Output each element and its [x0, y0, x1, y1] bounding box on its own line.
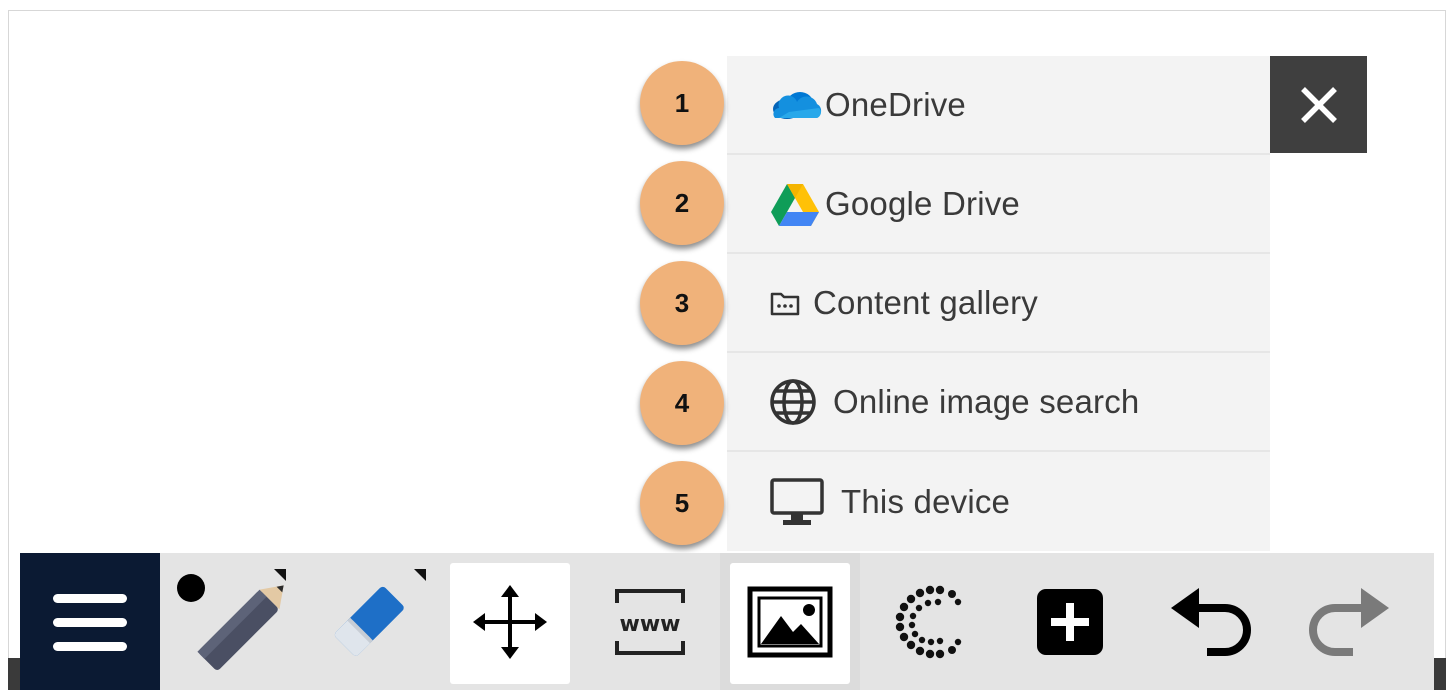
- menu-item-label: Online image search: [833, 382, 1140, 420]
- main-menu-button[interactable]: [20, 553, 160, 690]
- menu-item-label: Google Drive: [825, 184, 1020, 222]
- hamburger-menu-icon: [53, 593, 127, 651]
- menu-item-online-image-search[interactable]: Online image search: [727, 353, 1270, 452]
- close-button[interactable]: [1270, 56, 1367, 153]
- insert-image-menu: OneDrive Google Drive Content gallery On…: [727, 56, 1270, 551]
- eraser-icon: [334, 586, 404, 656]
- redo-icon: [1309, 587, 1389, 656]
- move-tool-button[interactable]: [440, 553, 580, 690]
- close-icon: [1300, 86, 1337, 123]
- callout-badge: 1: [640, 61, 724, 145]
- redo-button[interactable]: [1280, 553, 1420, 690]
- content-gallery-folder-icon: [769, 283, 813, 323]
- callout-badge: 4: [640, 361, 724, 445]
- callout-badge: 5: [640, 461, 724, 545]
- menu-item-label: OneDrive: [825, 85, 966, 123]
- loading-dots-icon: [895, 585, 962, 658]
- menu-item-label: Content gallery: [813, 283, 1038, 321]
- image-tool-button[interactable]: [720, 553, 860, 690]
- add-icon: [1037, 588, 1103, 655]
- pen-tool-button[interactable]: [160, 553, 300, 690]
- onedrive-cloud-icon: [769, 85, 825, 125]
- frame-edge: [8, 658, 20, 690]
- menu-item-content-gallery[interactable]: Content gallery: [727, 254, 1270, 353]
- move-icon: [473, 584, 547, 659]
- undo-icon: [1171, 587, 1251, 656]
- callout-badge: 3: [640, 261, 724, 345]
- globe-icon: [769, 378, 833, 425]
- undo-button[interactable]: [1140, 553, 1280, 690]
- svg-text:www: www: [620, 612, 681, 637]
- monitor-icon: [769, 477, 841, 525]
- menu-item-label: This device: [841, 482, 1011, 520]
- menu-item-this-device[interactable]: This device: [727, 452, 1270, 551]
- add-button[interactable]: [1000, 553, 1140, 690]
- frame-edge: [1434, 658, 1446, 690]
- web-icon: www: [615, 588, 685, 655]
- menu-item-onedrive[interactable]: OneDrive: [727, 56, 1270, 155]
- eraser-tool-button[interactable]: [300, 553, 440, 690]
- google-drive-icon: [769, 183, 825, 226]
- callout-badge: 2: [640, 161, 724, 245]
- bottom-toolbar: www: [20, 553, 1434, 690]
- pen-icon: [177, 573, 284, 670]
- web-tool-button[interactable]: www: [580, 553, 720, 690]
- menu-item-google-drive[interactable]: Google Drive: [727, 155, 1270, 254]
- loading-tool-button[interactable]: [860, 553, 1000, 690]
- image-icon: [747, 586, 833, 657]
